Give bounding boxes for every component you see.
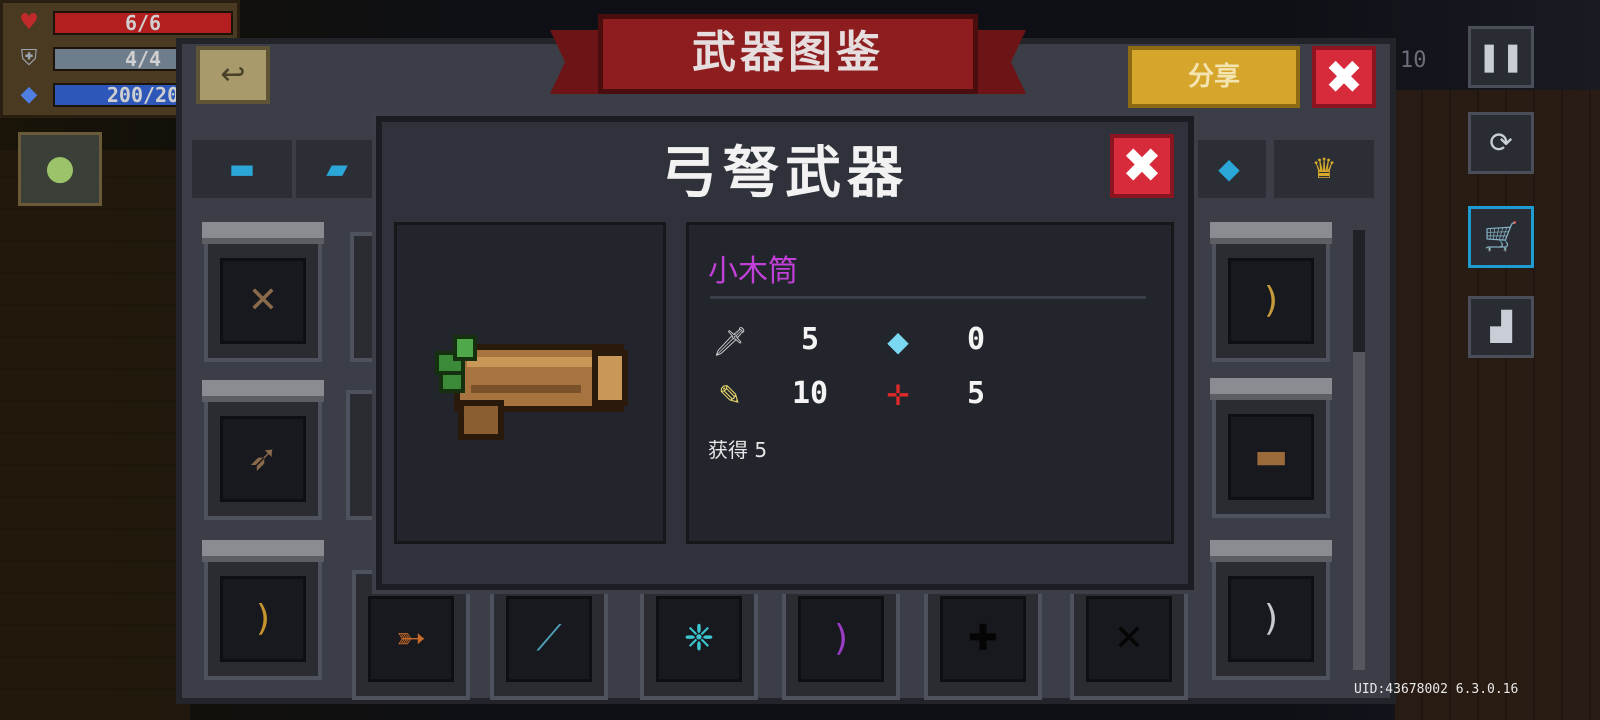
slot-cap xyxy=(1210,222,1332,244)
modal-title: 弓弩武器 xyxy=(661,141,909,206)
locked-weapon-icon: ✕ xyxy=(1086,596,1172,682)
energy-cost-value: 0 xyxy=(966,322,986,357)
swap-weapon-button[interactable]: ⟳ xyxy=(1468,112,1534,174)
fish-icon: ◆ xyxy=(1218,152,1240,185)
bow-icon: ) xyxy=(1228,576,1314,662)
slime-icon: ● xyxy=(45,148,75,188)
back-icon: ↩ xyxy=(220,57,246,92)
crossbow-icon: ✕ xyxy=(220,258,306,344)
dungeon-wall xyxy=(1395,90,1600,720)
rifle-icon: ▰ xyxy=(326,152,348,185)
share-button[interactable]: 分享 xyxy=(1128,46,1300,108)
bow-icon: ) xyxy=(1228,258,1314,344)
tab-fish[interactable]: ◆ xyxy=(1192,140,1266,198)
crossbow-icon: ➶ xyxy=(220,416,306,502)
close-icon: ✖ xyxy=(1324,50,1364,104)
uid-version-label: UID:43678002 6.3.0.16 xyxy=(1354,682,1519,697)
pause-icon: ❚❚ xyxy=(1477,40,1525,73)
back-button[interactable]: ↩ xyxy=(196,46,270,104)
tab-special[interactable]: ♛ xyxy=(1274,140,1374,198)
arrow-icon: ➳ xyxy=(368,596,454,682)
slot-cap xyxy=(1210,378,1332,400)
weapon-slot[interactable]: ➶ xyxy=(202,380,324,520)
damage-value: 5 xyxy=(800,322,820,357)
bow-icon: ⟋ xyxy=(506,596,592,682)
stairs-button[interactable]: ▟ xyxy=(1468,296,1534,358)
pistol-icon: ▬ xyxy=(228,152,256,185)
locked-weapon-icon: ✚ xyxy=(940,596,1026,682)
sword-icon: 🗡 xyxy=(712,325,748,358)
accuracy-value: 5 xyxy=(966,376,986,411)
weapon-preview xyxy=(394,222,666,544)
weapon-name: 小木筒 xyxy=(708,254,798,289)
crosshair-icon: ✛ xyxy=(886,379,910,412)
tab-rifles[interactable]: ▰ xyxy=(296,140,378,198)
crown-icon: ♛ xyxy=(1311,152,1337,185)
slot-cap xyxy=(202,380,324,402)
shop-button[interactable]: 🛒 xyxy=(1468,206,1534,268)
cart-icon: 🛒 xyxy=(1483,220,1519,253)
wooden-tube-icon: ▬ xyxy=(1228,414,1314,500)
pet-avatar-button[interactable]: ● xyxy=(18,132,102,206)
heart-icon: ♥ xyxy=(19,10,39,35)
crystal-icon: ◆ xyxy=(887,325,909,358)
scrollbar-thumb[interactable] xyxy=(1353,352,1365,670)
score-fragment: 10 xyxy=(1400,48,1427,73)
obtain-count: 获得 5 xyxy=(708,438,768,462)
crit-value: 10 xyxy=(791,376,829,411)
codex-title: 武器图鉴 xyxy=(598,14,978,94)
dungeon-floor xyxy=(0,150,190,720)
weapon-slot[interactable]: ▬ xyxy=(1210,378,1332,518)
weapon-slot[interactable] xyxy=(346,390,380,520)
divider xyxy=(710,296,1146,299)
bow-icon: ) xyxy=(220,576,306,662)
health-bar: 6/6 xyxy=(53,11,233,35)
slot-cap xyxy=(1210,540,1332,562)
close-codex-button[interactable]: ✖ xyxy=(1312,46,1376,108)
diamond-icon: ◆ xyxy=(20,82,38,107)
ice-bow-icon: ❈ xyxy=(656,596,742,682)
bow-icon: ) xyxy=(798,596,884,682)
weapon-slot[interactable]: ) xyxy=(1210,222,1332,362)
slot-cap xyxy=(202,222,324,244)
stairs-icon: ▟ xyxy=(1490,310,1512,343)
close-icon: ✖ xyxy=(1121,138,1163,194)
feather-icon: ✎ xyxy=(718,379,742,412)
shield-icon: ⛨ xyxy=(20,46,38,71)
tab-pistols[interactable]: ▬ xyxy=(192,140,292,198)
weapon-slot[interactable]: ✕ xyxy=(202,222,324,362)
weapon-slot[interactable]: ) xyxy=(1210,540,1332,680)
pause-button[interactable]: ❚❚ xyxy=(1468,26,1534,88)
swap-icon: ⟳ xyxy=(1489,126,1513,159)
slot-cap xyxy=(202,540,324,562)
weapon-slot[interactable]: ) xyxy=(202,540,324,680)
close-modal-button[interactable]: ✖ xyxy=(1110,134,1174,198)
wooden-tube-icon xyxy=(435,335,628,440)
